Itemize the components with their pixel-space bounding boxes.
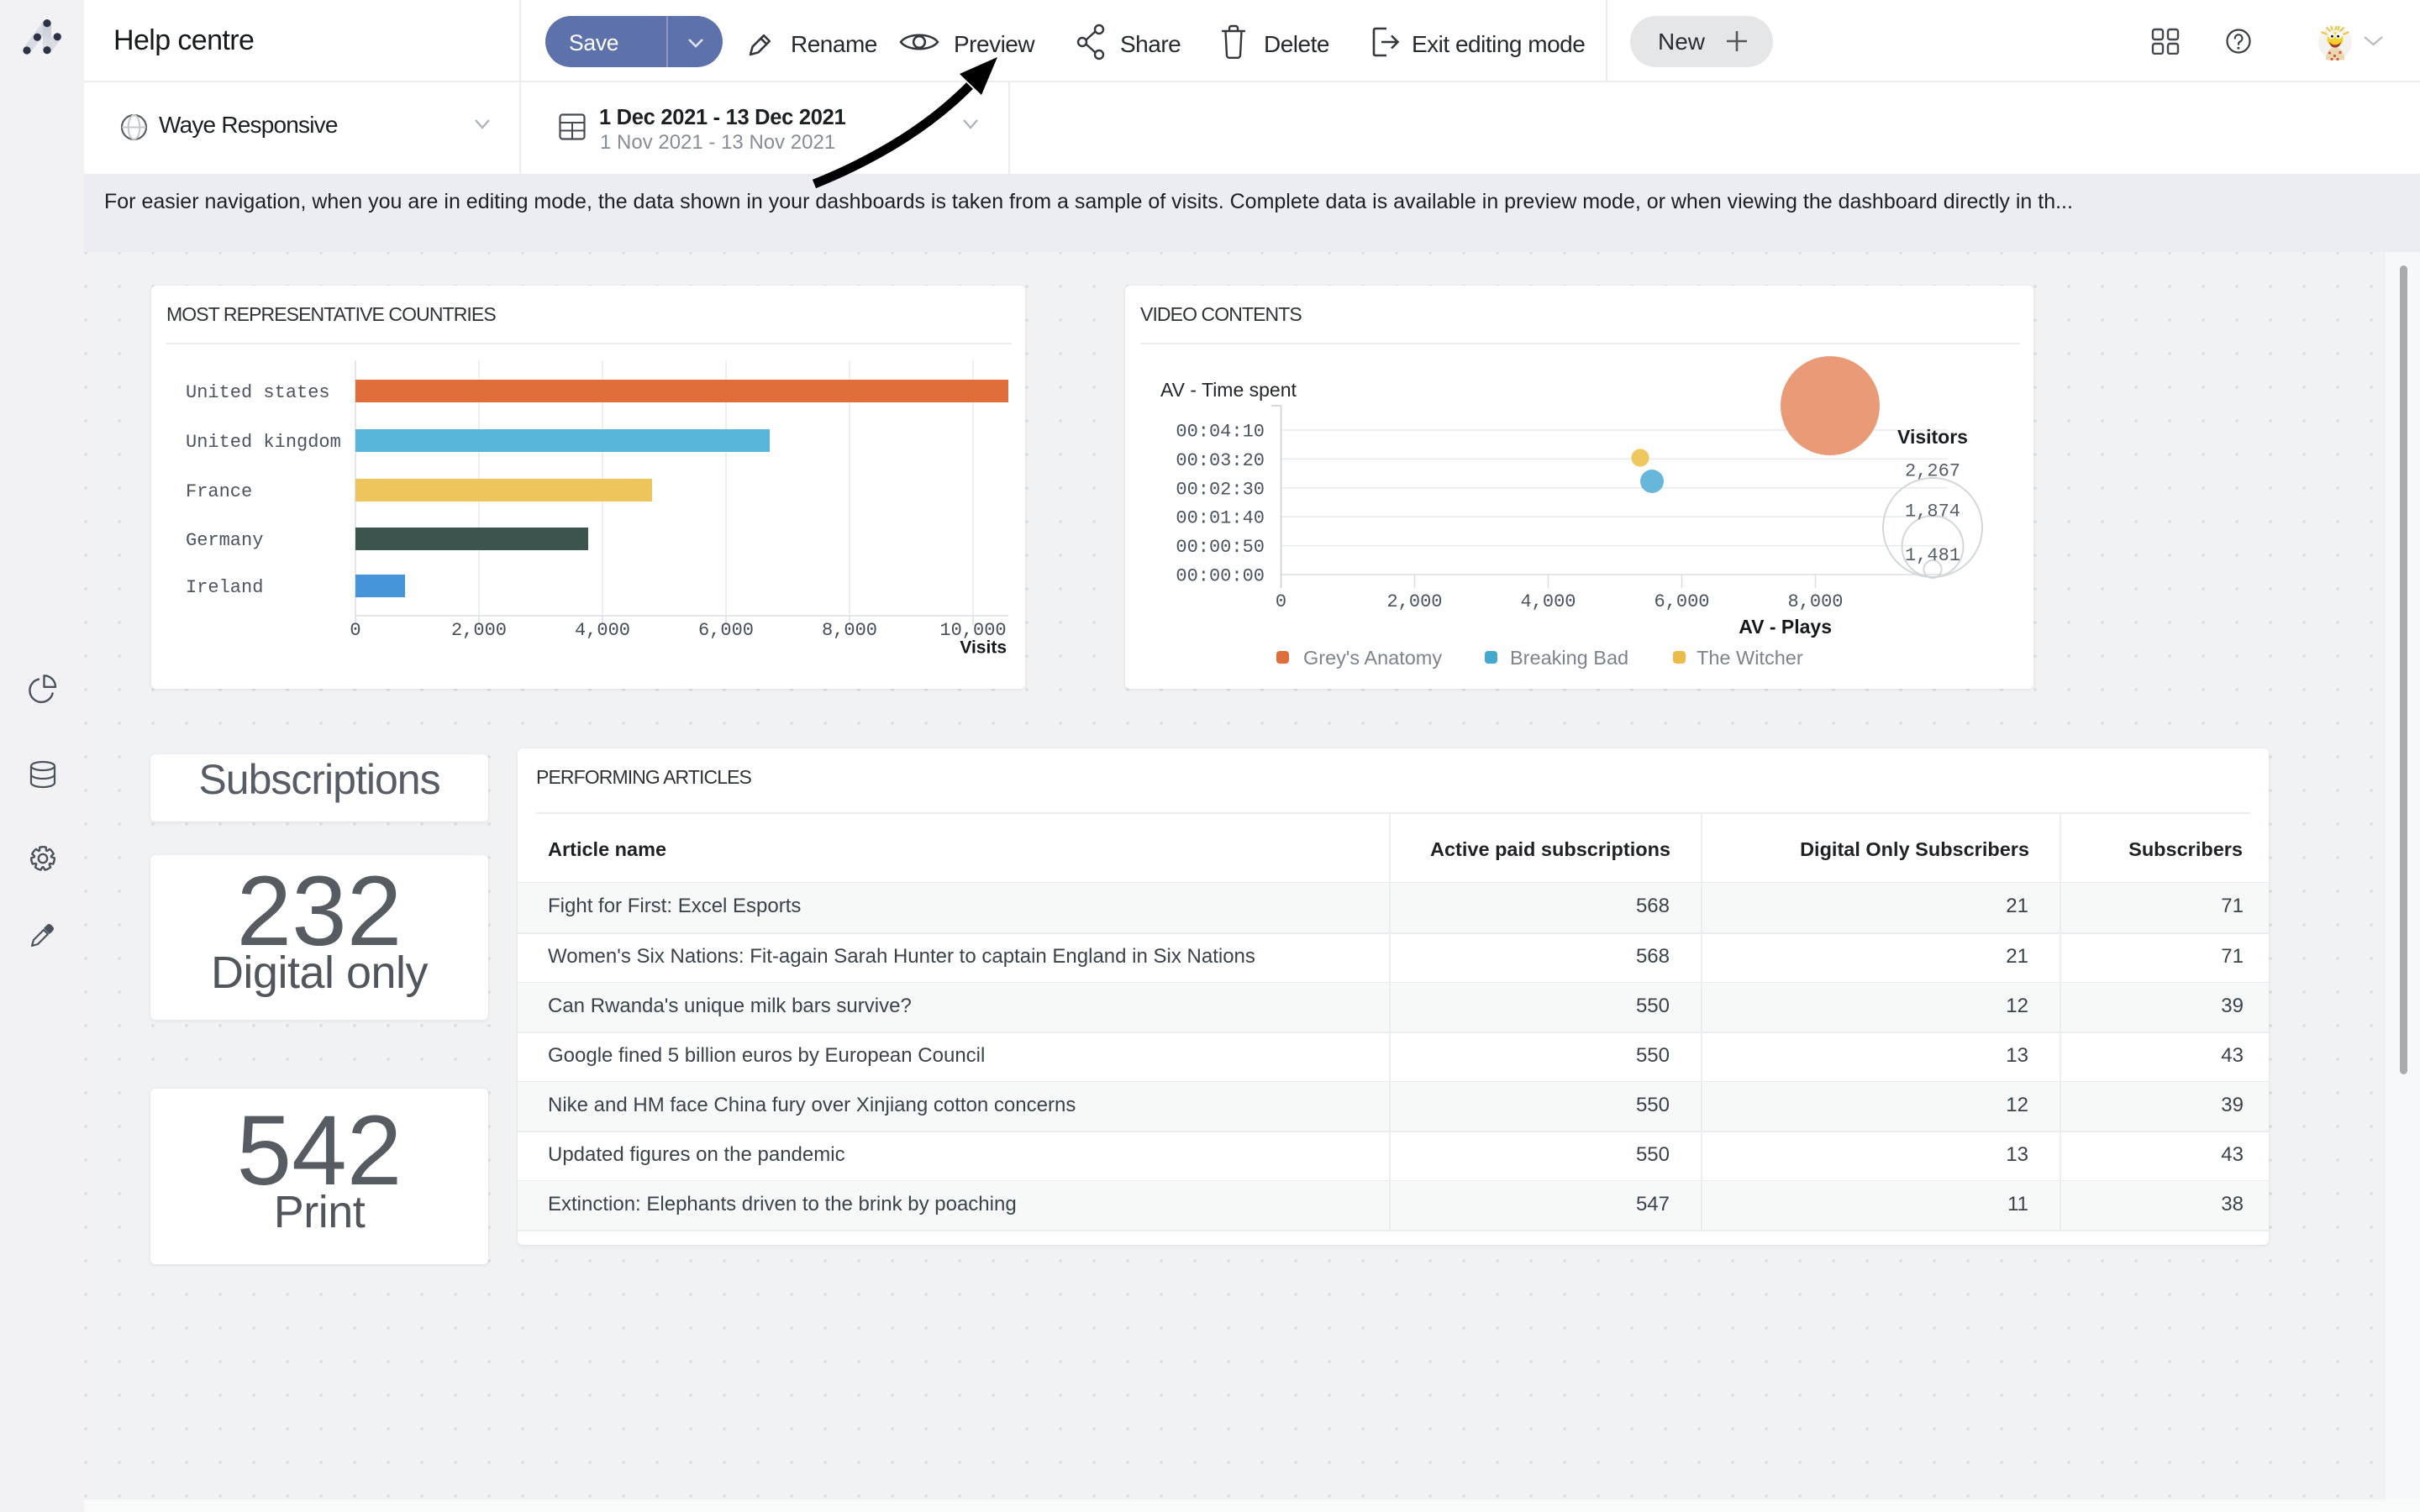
svg-text:00:04:10: 00:04:10 (1176, 422, 1265, 443)
svg-text:4,000: 4,000 (1520, 591, 1576, 612)
svg-text:AV - Time spent: AV - Time spent (1160, 379, 1297, 401)
svg-text:00:00:50: 00:00:50 (1176, 537, 1265, 558)
svg-text:1,874: 1,874 (1905, 501, 1960, 522)
svg-text:Breaking Bad: Breaking Bad (1510, 647, 1628, 669)
svg-text:00:00:00: 00:00:00 (1176, 566, 1265, 587)
svg-text:Ireland: Ireland (186, 577, 263, 598)
svg-text:The Witcher: The Witcher (1697, 647, 1803, 669)
svg-text:00:01:40: 00:01:40 (1176, 508, 1265, 529)
svg-text:8,000: 8,000 (1787, 591, 1843, 612)
svg-text:Grey's Anatomy: Grey's Anatomy (1303, 647, 1442, 669)
svg-text:2,000: 2,000 (451, 620, 507, 641)
svg-text:00:02:30: 00:02:30 (1176, 479, 1265, 500)
svg-text:6,000: 6,000 (1654, 591, 1709, 612)
svg-text:2,267: 2,267 (1905, 461, 1960, 482)
svg-text:00:03:20: 00:03:20 (1176, 450, 1265, 471)
svg-text:8,000: 8,000 (822, 620, 877, 641)
svg-text:4,000: 4,000 (575, 620, 630, 641)
svg-text:United states: United states (186, 382, 330, 403)
svg-text:Visitors: Visitors (1897, 426, 1968, 448)
svg-text:Germany: Germany (186, 530, 263, 551)
svg-text:United kingdom: United kingdom (186, 432, 341, 453)
svg-text:Visits: Visits (960, 638, 1007, 658)
svg-text:France: France (186, 481, 252, 502)
svg-text:0: 0 (350, 620, 360, 641)
svg-text:6,000: 6,000 (698, 620, 754, 641)
svg-text:AV - Plays: AV - Plays (1739, 616, 1832, 638)
svg-text:1,481: 1,481 (1905, 545, 1960, 566)
svg-text:0: 0 (1276, 591, 1286, 612)
svg-text:2,000: 2,000 (1386, 591, 1442, 612)
